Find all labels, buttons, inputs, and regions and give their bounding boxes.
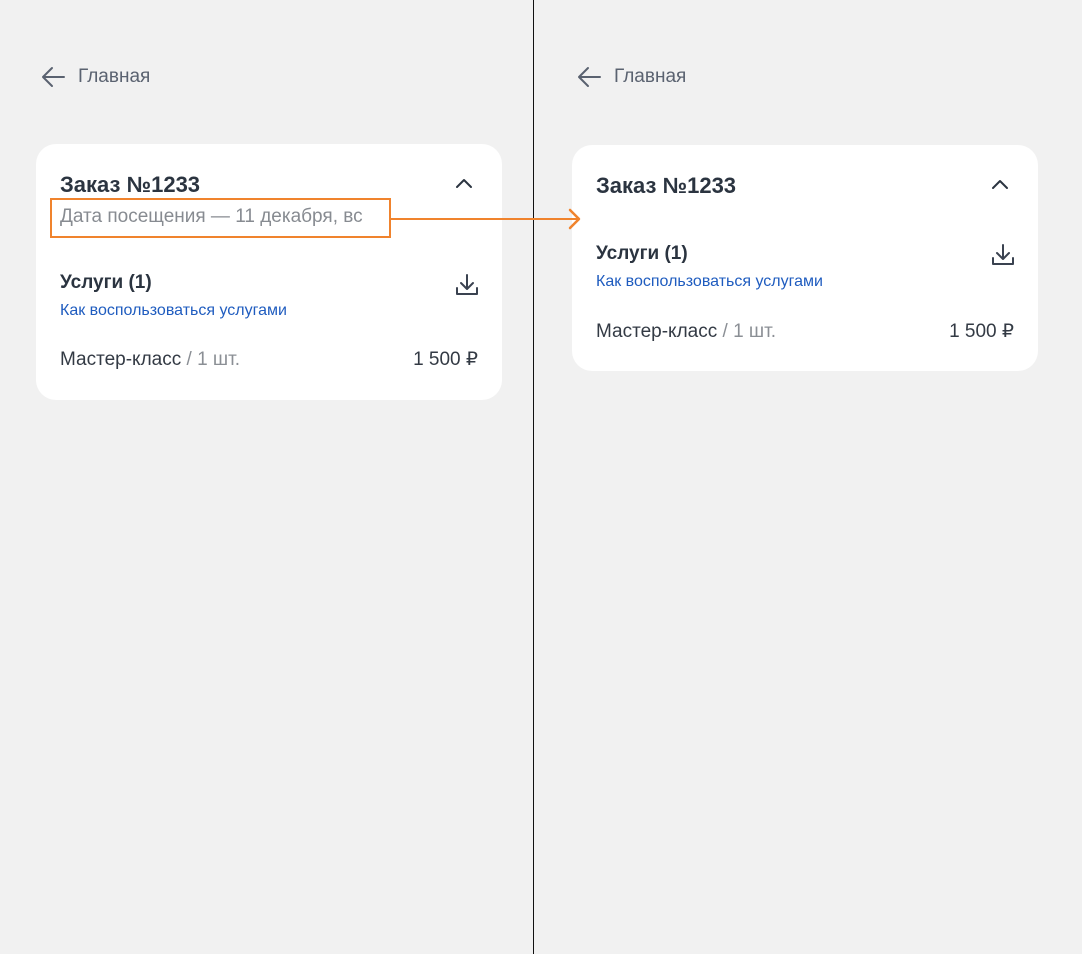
item-quantity: / 1 шт.	[717, 321, 777, 342]
back-button[interactable]: Главная	[40, 65, 150, 89]
item-name: Мастер-класс	[596, 321, 718, 342]
chevron-up-icon[interactable]	[452, 172, 476, 196]
download-icon[interactable]	[990, 242, 1016, 268]
how-to-use-link[interactable]: Как воспользоваться услугами	[60, 302, 287, 320]
services-title: Услуги (1)	[60, 272, 152, 293]
service-item-row: Мастер-класс / 1 шт. 1 500 ₽	[60, 348, 478, 371]
back-label: Главная	[614, 66, 687, 87]
arrow-left-icon	[578, 67, 601, 87]
back-button[interactable]: Главная	[576, 65, 686, 89]
order-card: Заказ №1233 Услуги (1) Как воспользовать…	[572, 145, 1038, 371]
annotation-arrow	[390, 208, 581, 230]
item-label: Мастер-класс / 1 шт.	[596, 321, 776, 343]
panel-divider	[533, 0, 534, 954]
screen-after: Главная Заказ №1233 Услуги (1) Как воспо…	[536, 0, 1082, 954]
how-to-use-link[interactable]: Как воспользоваться услугами	[596, 273, 823, 291]
service-item-row: Мастер-класс / 1 шт. 1 500 ₽	[596, 320, 1014, 343]
order-title: Заказ №1233	[60, 172, 201, 197]
services-title: Услуги (1)	[596, 243, 688, 264]
screen-before: Главная Заказ №1233 Дата посещения — 11 …	[0, 0, 533, 954]
back-label: Главная	[78, 66, 151, 87]
chevron-up-icon[interactable]	[988, 173, 1012, 197]
item-price: 1 500 ₽	[413, 349, 478, 370]
item-label: Мастер-класс / 1 шт.	[60, 349, 240, 371]
item-quantity: / 1 шт.	[181, 349, 241, 370]
item-price: 1 500 ₽	[949, 321, 1014, 342]
arrow-left-icon	[42, 67, 65, 87]
order-title: Заказ №1233	[596, 173, 737, 198]
highlight-box	[50, 198, 391, 238]
item-name: Мастер-класс	[60, 349, 182, 370]
download-icon[interactable]	[454, 272, 480, 298]
order-card: Заказ №1233 Дата посещения — 11 декабря,…	[36, 144, 502, 400]
